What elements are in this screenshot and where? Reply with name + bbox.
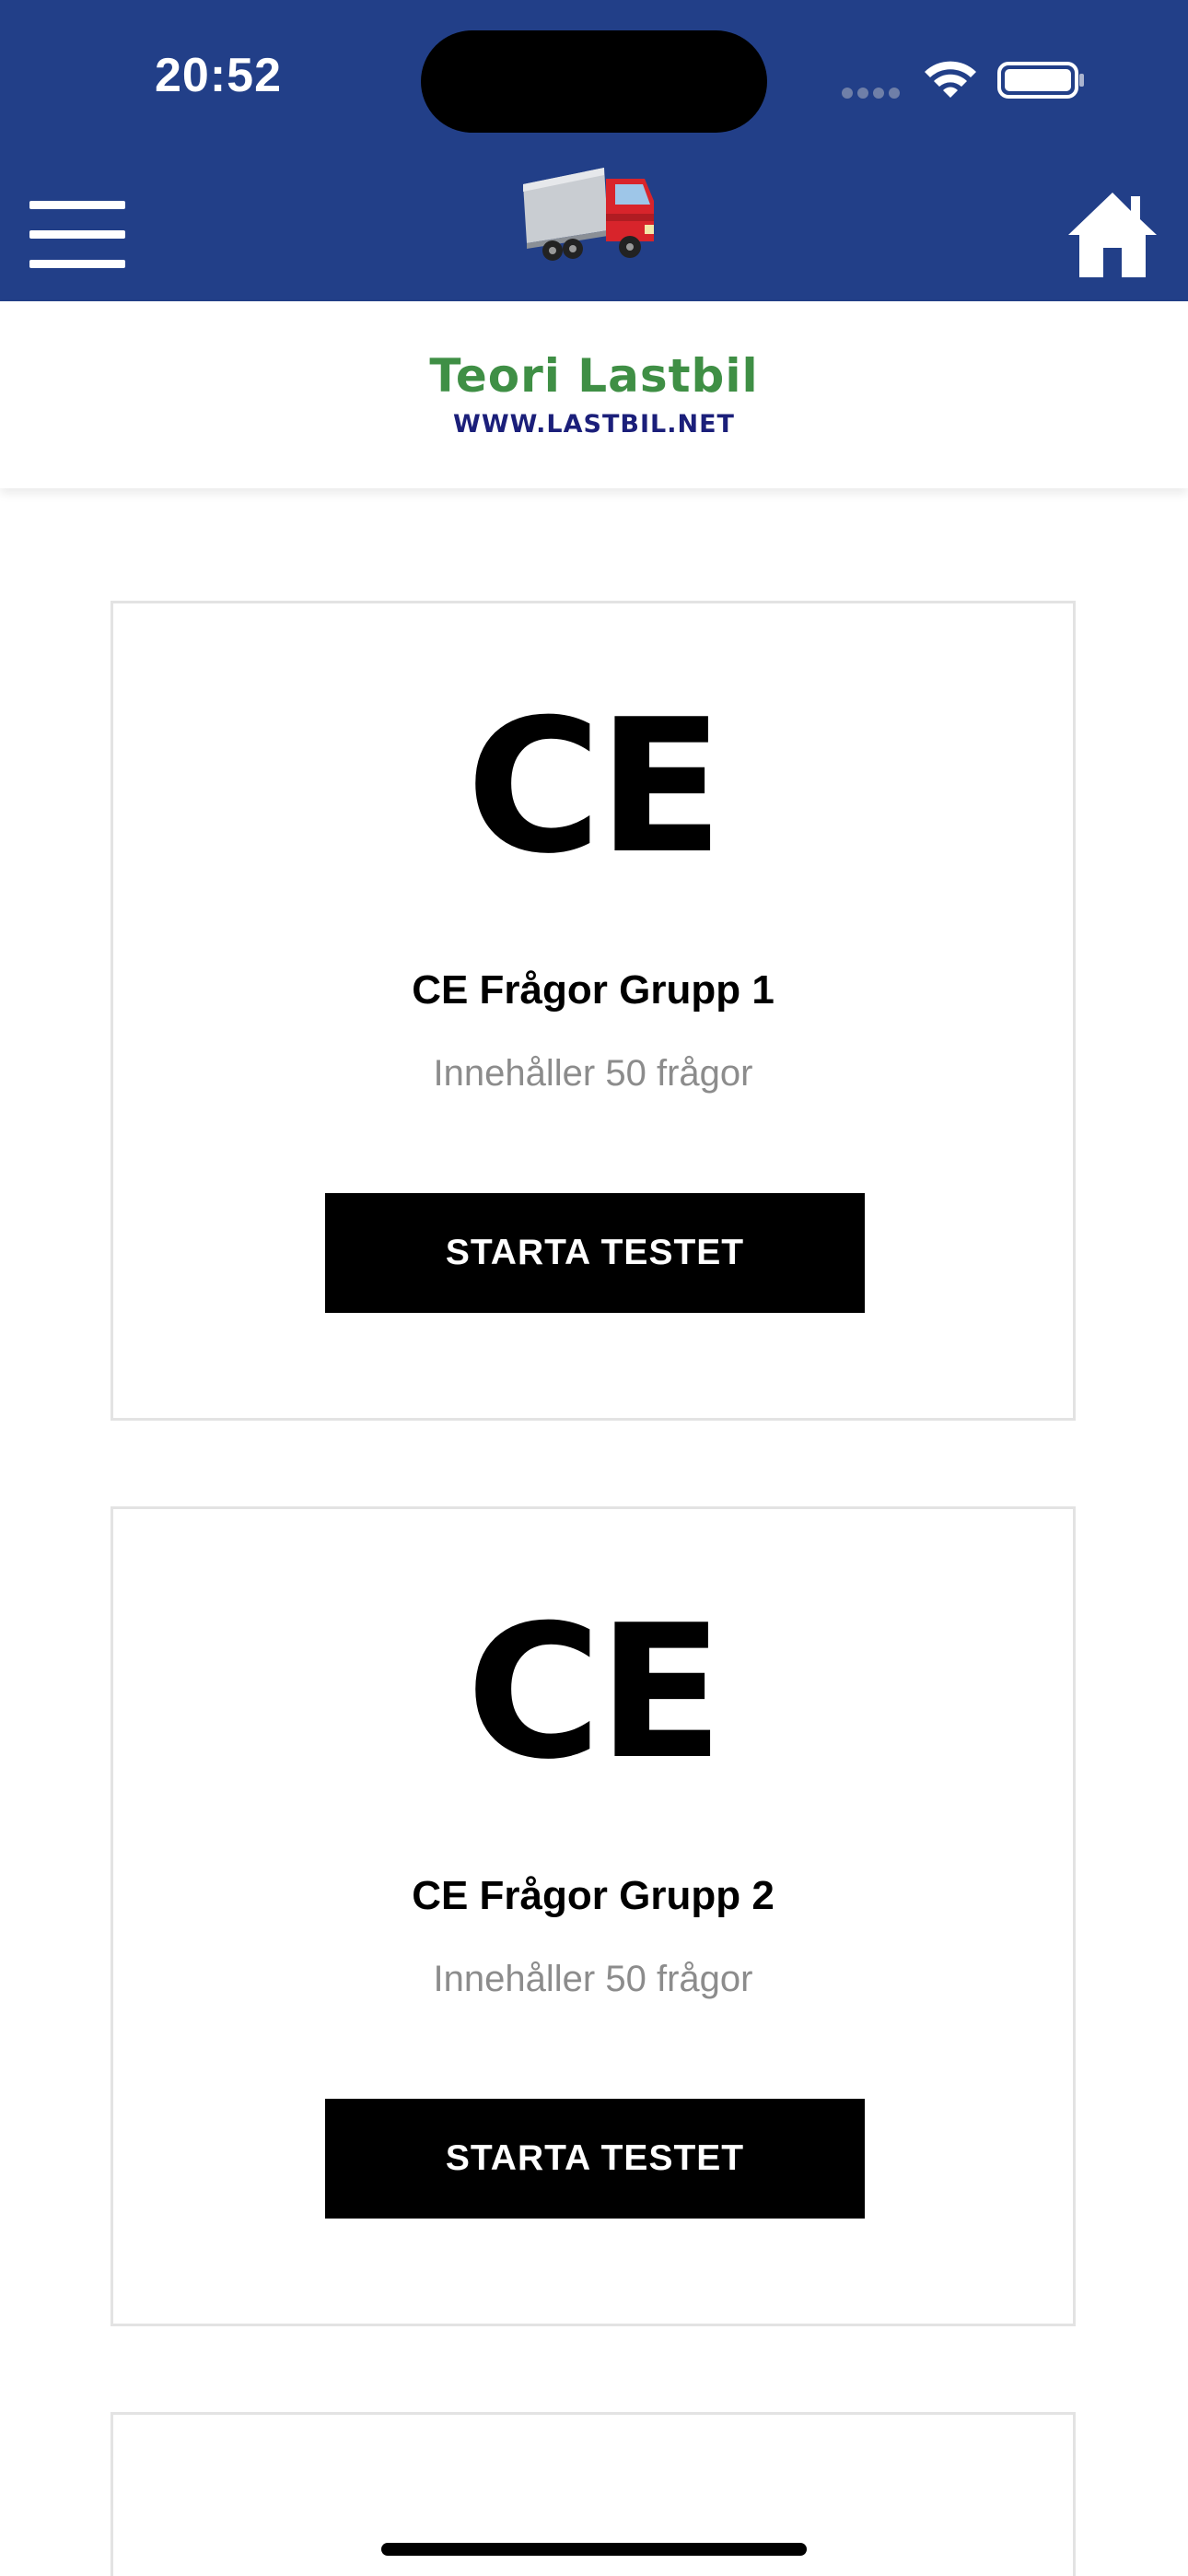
status-bar-time: 20:52 <box>155 49 282 102</box>
start-test-button[interactable]: STARTA TESTET <box>325 1193 865 1313</box>
brand-title: Teori Lastbil <box>429 349 759 403</box>
card-title: CE Frågor Grupp 2 <box>412 1873 775 1918</box>
top-navigation-bar: 20:52 <box>0 0 1188 301</box>
brand-url: WWW.LASTBIL.NET <box>453 410 735 439</box>
test-card: CE CE Frågor Grupp 2 Innehåller 50 frågo… <box>111 1506 1076 2326</box>
hamburger-menu-icon[interactable] <box>29 201 125 269</box>
truck-logo[interactable] <box>516 158 663 269</box>
home-icon[interactable] <box>1066 189 1159 279</box>
category-badge: CE <box>466 1586 723 1800</box>
card-subtitle: Innehåller 50 frågor <box>433 1959 753 1999</box>
cellular-signal-icon <box>842 87 906 99</box>
brand-header: Teori Lastbil WWW.LASTBIL.NET <box>0 301 1188 488</box>
category-badge: CE <box>466 680 723 895</box>
wifi-icon <box>925 61 976 98</box>
test-card: CE CE Frågor Grupp 1 Innehåller 50 frågo… <box>111 601 1076 1421</box>
battery-icon <box>997 62 1084 99</box>
home-indicator[interactable] <box>381 2543 807 2556</box>
start-test-button[interactable]: STARTA TESTET <box>325 2099 865 2219</box>
card-title: CE Frågor Grupp 1 <box>412 967 775 1013</box>
dynamic-island <box>421 30 767 133</box>
card-subtitle: Innehåller 50 frågor <box>433 1053 753 1094</box>
